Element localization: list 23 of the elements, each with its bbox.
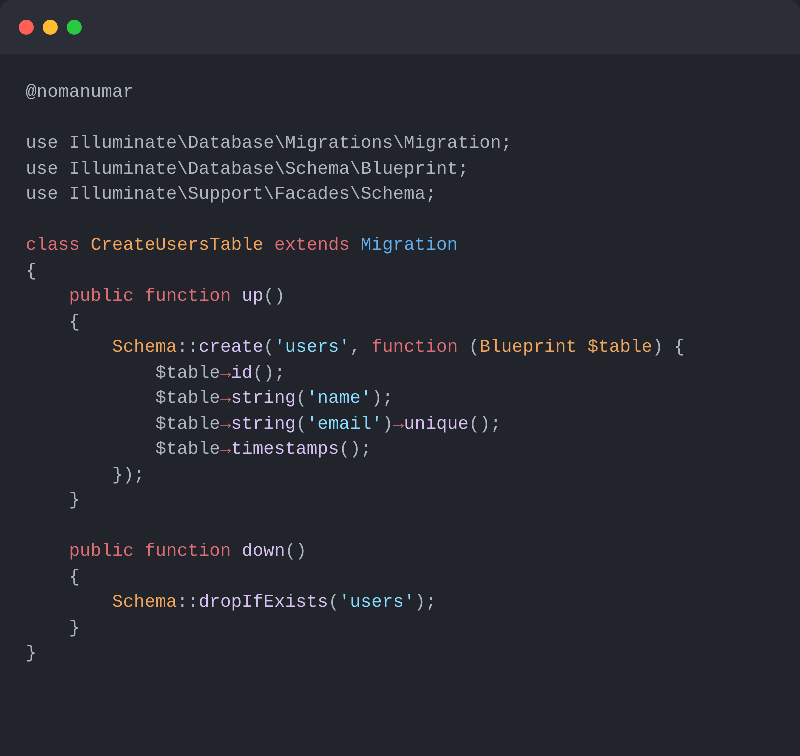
code-line: use Illuminate\Database\Migrations\Migration; (26, 134, 512, 154)
code-line: use Illuminate\Support\Facades\Schema; (26, 185, 436, 205)
code-line: @nomanumar (26, 83, 134, 103)
code-line: $table→string('name'); (154, 389, 394, 409)
code-line: { (26, 262, 37, 282)
code-line: } (68, 491, 80, 511)
code-line: { (68, 312, 80, 332)
code-line: public function up() (68, 287, 286, 307)
code-line: use Illuminate\Database\Schema\Blueprint; (26, 160, 469, 180)
code-line: $table→string('email')→unique(); (154, 414, 502, 434)
code-line: $table→timestamps(); (154, 440, 372, 460)
code-line: } (26, 644, 37, 664)
code-line: Schema::create('users', function (Blueprint $table) { (111, 338, 685, 358)
code-line: } (68, 618, 80, 638)
minimize-button[interactable] (43, 20, 58, 34)
code-line: Schema::dropIfExists('users'); (111, 593, 437, 613)
maximize-button[interactable] (67, 20, 82, 34)
code-line: }); (111, 466, 145, 486)
code-line: public function down() (68, 542, 307, 562)
code-line: { (68, 568, 80, 588)
close-button[interactable] (19, 20, 34, 34)
code-line: $table→id(); (154, 364, 286, 384)
code-line: class CreateUsersTable extends Migration (26, 236, 458, 256)
